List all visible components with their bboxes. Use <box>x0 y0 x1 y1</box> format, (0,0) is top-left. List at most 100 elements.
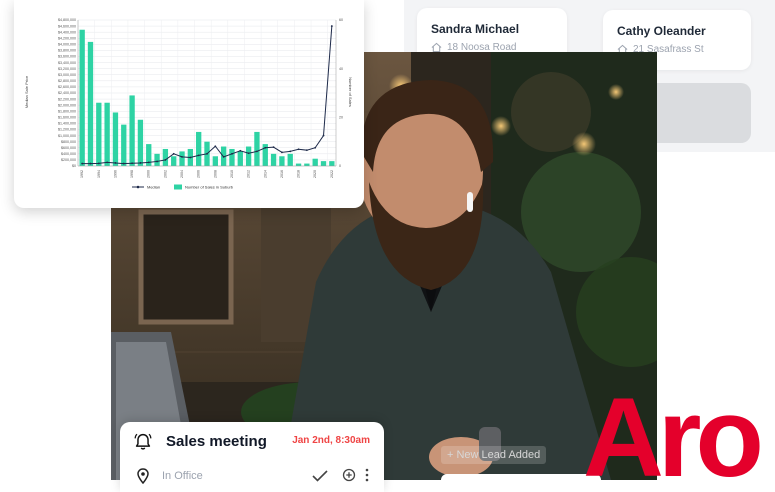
median-point <box>256 150 258 153</box>
x-tick-label: 1994 <box>97 170 101 178</box>
bar <box>254 131 260 166</box>
y-tick-label: $600,000 <box>61 146 76 150</box>
y-tick-label: $2,000,000 <box>58 103 76 107</box>
x-tick-label: 2014 <box>263 170 267 178</box>
chart-y2label: Number of Sales <box>348 77 353 107</box>
aro-logo-text: Aro <box>583 384 760 480</box>
check-icon[interactable] <box>312 470 328 482</box>
bar <box>87 41 94 166</box>
median-point <box>172 152 175 155</box>
median-point <box>97 162 100 165</box>
y-tick-label: $800,000 <box>61 140 76 144</box>
new-lead-toast[interactable]: + New Lead Added <box>441 446 547 464</box>
bar <box>304 163 310 166</box>
y-tick-label: $1,200,000 <box>58 128 76 132</box>
bar <box>229 148 235 166</box>
bar <box>121 124 127 166</box>
x-tick-label: 2012 <box>247 170 251 178</box>
y-tick-label: $2,200,000 <box>58 97 76 101</box>
y-tick-label: $1,400,000 <box>58 122 76 126</box>
median-point <box>289 150 292 153</box>
legend-bar-swatch <box>174 184 182 190</box>
bar <box>162 148 169 166</box>
median-point <box>197 154 200 157</box>
bar <box>312 158 318 166</box>
y-tick-label: $1,000,000 <box>58 134 76 138</box>
median-point <box>89 162 92 165</box>
bar <box>96 102 102 166</box>
y-tick-label: $1,600,000 <box>58 116 76 120</box>
median-point <box>81 162 84 165</box>
sales-chart: $0 $200,000 $400,000 $600,000 $800,000 $1,000… <box>24 18 353 190</box>
aro-logo: Aro <box>583 384 766 480</box>
meeting-location: In Office <box>162 470 203 482</box>
bar <box>270 153 277 166</box>
x-tick-label: 1992 <box>80 170 84 178</box>
bar <box>154 153 160 166</box>
meeting-card[interactable]: Sales meeting Jan 2nd, 8:30am In Office <box>120 422 384 492</box>
x-tick-label: 2010 <box>230 170 234 178</box>
x-tick-label: 2002 <box>163 170 167 178</box>
median-point <box>305 149 308 152</box>
y-tick-label: $4,800,000 <box>58 18 76 22</box>
median-point <box>122 162 125 165</box>
bar <box>279 156 285 166</box>
y-tick-label: $200,000 <box>61 158 76 162</box>
y-tick-label: $0 <box>72 164 76 168</box>
y-tick-label: $4,200,000 <box>58 36 76 40</box>
median-point <box>222 155 225 158</box>
median-point <box>189 156 192 159</box>
y2-tick-label: 0 <box>339 164 341 168</box>
y-tick-label: $3,400,000 <box>58 61 76 65</box>
y-tick-label: $2,600,000 <box>58 85 76 89</box>
y-tick-label: $3,800,000 <box>58 49 76 53</box>
lead-card-edge <box>441 474 601 480</box>
bar <box>287 153 293 166</box>
y2-tick-label: 60 <box>339 18 343 22</box>
y-tick-label: $1,800,000 <box>58 109 76 113</box>
median-point <box>181 155 183 158</box>
contact-name: Cathy Oleander <box>617 24 706 38</box>
x-tick-label: 2020 <box>313 170 317 178</box>
median-point <box>231 152 233 155</box>
meeting-title: Sales meeting <box>166 433 267 450</box>
bar <box>104 102 110 166</box>
median-point <box>139 162 142 164</box>
bar <box>196 131 202 166</box>
chart-legend: Median Number of Sales in Suburb <box>132 184 234 190</box>
median-point <box>106 161 109 164</box>
median-point <box>330 25 333 27</box>
median-point <box>247 152 250 155</box>
y-tick-label: $400,000 <box>61 152 76 156</box>
chart-ylabel: Median Sale Price <box>24 75 29 108</box>
median-point <box>164 159 167 161</box>
bar <box>212 156 218 166</box>
y-tick-label: $4,000,000 <box>58 43 76 47</box>
median-point <box>281 151 283 154</box>
meeting-date: Jan 2nd, 8:30am <box>292 435 370 446</box>
median-point <box>322 134 325 137</box>
bar <box>237 151 243 166</box>
x-tick-label: 1998 <box>130 170 134 178</box>
bar <box>79 29 85 166</box>
bar <box>329 161 335 166</box>
median-point <box>214 145 217 148</box>
y-tick-label: $3,000,000 <box>58 73 76 77</box>
median-point <box>206 152 208 155</box>
bar <box>245 146 252 166</box>
bell-icon <box>134 433 152 450</box>
median-point <box>156 160 158 163</box>
legend-line-marker <box>136 185 140 189</box>
median-point <box>239 149 242 152</box>
x-tick-label: 2018 <box>297 170 301 178</box>
location-pin-icon <box>137 468 149 484</box>
x-tick-label: 2006 <box>197 170 201 178</box>
bar <box>295 163 302 166</box>
x-tick-label: 2008 <box>213 170 217 178</box>
x-tick-label: 2004 <box>180 170 184 178</box>
bar <box>129 95 135 166</box>
bar <box>112 112 119 166</box>
median-point <box>272 146 275 149</box>
y-tick-label: $3,200,000 <box>58 67 76 71</box>
median-point <box>264 146 267 149</box>
